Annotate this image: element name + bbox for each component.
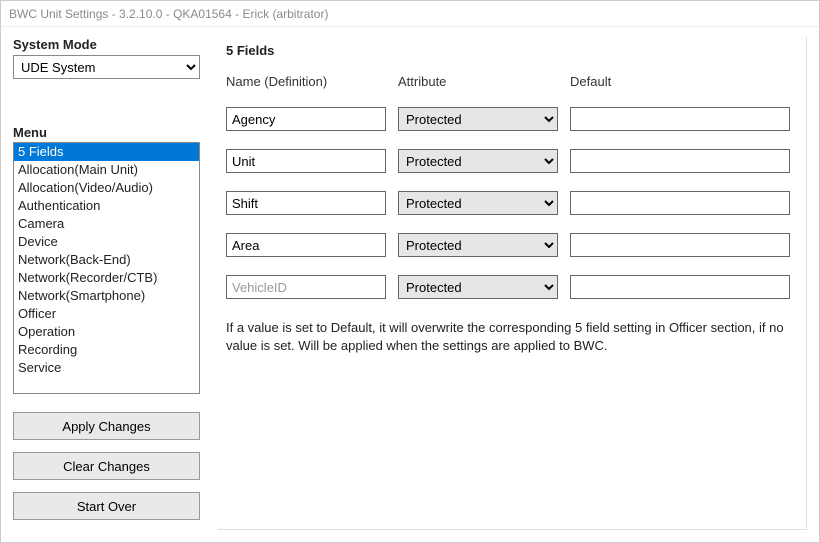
apply-changes-button[interactable]: Apply Changes (13, 412, 200, 440)
content-area: System Mode UDE System Menu 5 FieldsAllo… (1, 27, 819, 542)
menu-item[interactable]: Device (14, 233, 199, 251)
field-attribute-select[interactable]: Protected (398, 107, 558, 131)
start-over-button[interactable]: Start Over (13, 492, 200, 520)
field-name-input (226, 275, 386, 299)
left-column: System Mode UDE System Menu 5 FieldsAllo… (13, 37, 200, 530)
menu-item[interactable]: Operation (14, 323, 199, 341)
panel-title: 5 Fields (226, 43, 790, 58)
clear-changes-button[interactable]: Clear Changes (13, 452, 200, 480)
field-default-input[interactable] (570, 191, 790, 215)
menu-list[interactable]: 5 FieldsAllocation(Main Unit)Allocation(… (13, 142, 200, 394)
settings-panel: 5 Fields Name (Definition) Attribute Def… (218, 37, 807, 530)
field-default-input[interactable] (570, 233, 790, 257)
app-window: BWC Unit Settings - 3.2.10.0 - QKA01564 … (0, 0, 820, 543)
field-attribute-select[interactable]: Protected (398, 233, 558, 257)
menu-item[interactable]: Officer (14, 305, 199, 323)
menu-label: Menu (13, 125, 200, 140)
menu-item[interactable]: Network(Back-End) (14, 251, 199, 269)
field-name-input[interactable] (226, 233, 386, 257)
system-mode-select[interactable]: UDE System (13, 55, 200, 79)
field-default-input[interactable] (570, 275, 790, 299)
col-header-name: Name (Definition) (226, 74, 386, 89)
menu-item[interactable]: 5 Fields (14, 143, 199, 161)
left-buttons: Apply Changes Clear Changes Start Over (13, 412, 200, 520)
field-default-input[interactable] (570, 149, 790, 173)
col-header-attribute: Attribute (398, 74, 558, 89)
field-default-input[interactable] (570, 107, 790, 131)
field-name-input[interactable] (226, 107, 386, 131)
col-header-default: Default (570, 74, 790, 89)
menu-item[interactable]: Allocation(Main Unit) (14, 161, 199, 179)
fields-grid: Name (Definition) Attribute Default Prot… (226, 74, 790, 299)
window-title: BWC Unit Settings - 3.2.10.0 - QKA01564 … (1, 1, 819, 27)
menu-item[interactable]: Recording (14, 341, 199, 359)
panel-note: If a value is set to Default, it will ov… (226, 319, 786, 354)
field-attribute-select[interactable]: Protected (398, 149, 558, 173)
system-mode-label: System Mode (13, 37, 200, 52)
field-name-input[interactable] (226, 149, 386, 173)
menu-item[interactable]: Authentication (14, 197, 199, 215)
menu-item[interactable]: Network(Recorder/CTB) (14, 269, 199, 287)
menu-item[interactable]: Network(Smartphone) (14, 287, 199, 305)
menu-item[interactable]: Service (14, 359, 199, 377)
field-name-input[interactable] (226, 191, 386, 215)
field-attribute-select[interactable]: Protected (398, 191, 558, 215)
menu-item[interactable]: Allocation(Video/Audio) (14, 179, 199, 197)
menu-item[interactable]: Camera (14, 215, 199, 233)
field-attribute-select[interactable]: Protected (398, 275, 558, 299)
